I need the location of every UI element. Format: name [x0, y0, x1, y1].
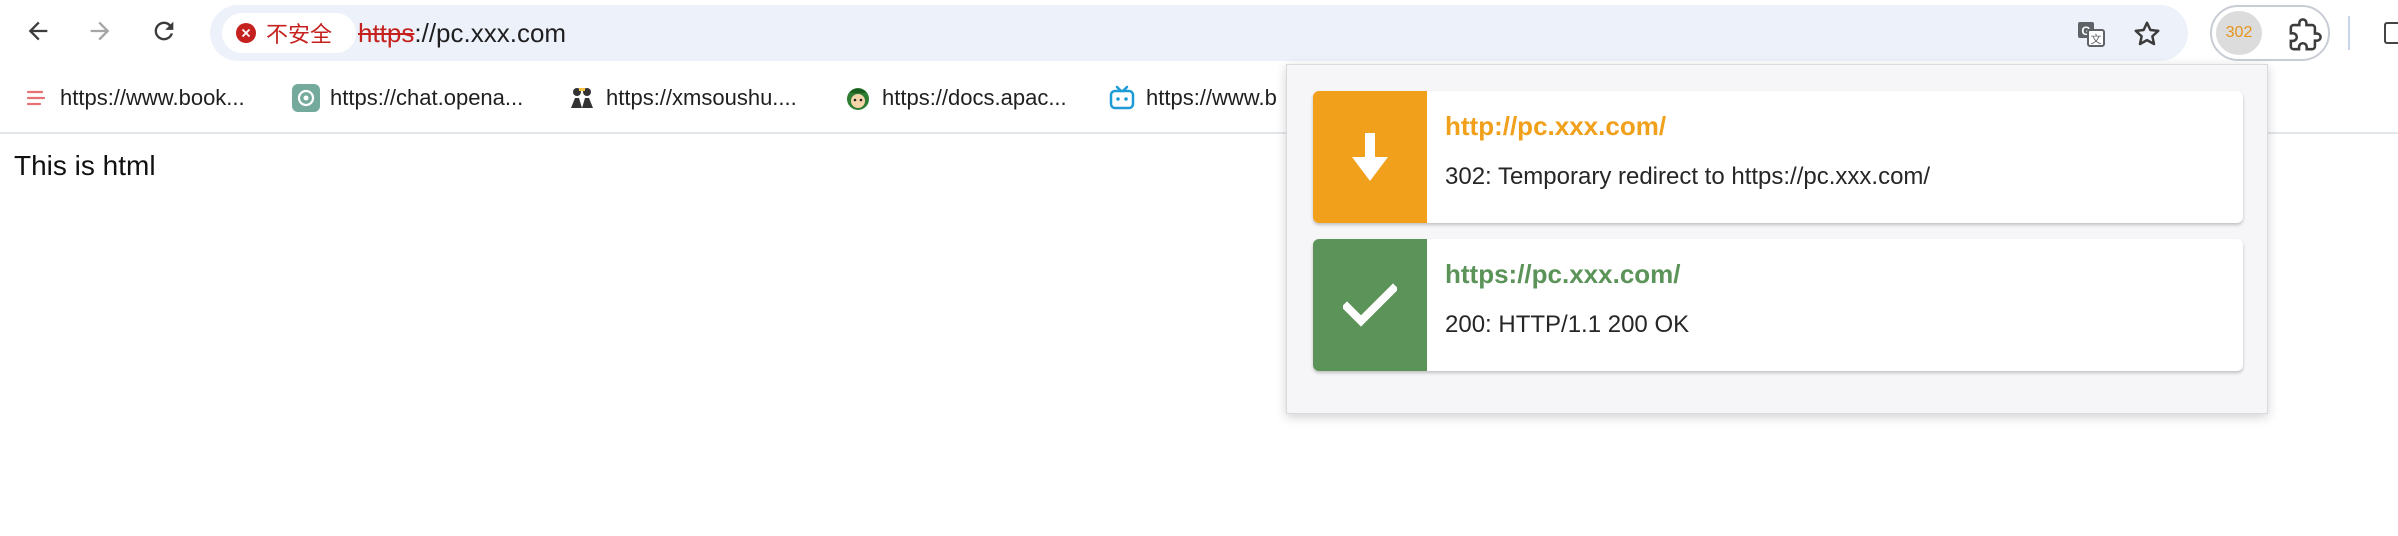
- security-label: 不安全: [266, 23, 333, 48]
- redirect-entry-card[interactable]: https://pc.xxx.com/ 200: HTTP/1.1 200 OK: [1313, 239, 2243, 371]
- bookmark-item[interactable]: https://xmsoushu....: [568, 76, 797, 120]
- bookmark-label: https://docs.apac...: [882, 85, 1067, 110]
- url-scheme: https: [358, 18, 415, 48]
- people-icon: [568, 84, 596, 112]
- redirect-entry-card[interactable]: http://pc.xxx.com/ 302: Temporary redire…: [1313, 91, 2243, 223]
- address-bar[interactable]: 不安全 https://pc.xxx.com G 文: [210, 5, 2188, 61]
- bookmark-item[interactable]: https://chat.opena...: [292, 76, 523, 120]
- bookmark-item[interactable]: https://docs.apac...: [844, 76, 1067, 120]
- bookmark-label: https://www.b: [1146, 85, 1277, 110]
- security-chip[interactable]: 不安全: [222, 13, 356, 53]
- redirect-extension-button[interactable]: 302: [2216, 11, 2262, 55]
- translate-icon[interactable]: G 文: [2076, 19, 2106, 49]
- bookmark-item[interactable]: https://www.book...: [22, 76, 245, 120]
- extensions-puzzle-icon[interactable]: [2288, 18, 2322, 52]
- green-face-icon: [844, 84, 872, 112]
- final-status-text: 200: HTTP/1.1 200 OK: [1445, 311, 1690, 338]
- browser-toolbar: 不安全 https://pc.xxx.com G 文 302: [0, 0, 2398, 64]
- final-url[interactable]: https://pc.xxx.com/: [1445, 259, 1681, 290]
- bilibili-icon: [1108, 84, 1136, 112]
- star-icon[interactable]: [2132, 19, 2162, 49]
- checkmark-icon: [1343, 283, 1397, 327]
- bookmark-label: https://chat.opena...: [330, 85, 524, 110]
- page-body-text: This is html: [14, 150, 156, 181]
- redirect-status-tile: [1313, 91, 1427, 223]
- forward-button[interactable]: [80, 11, 120, 51]
- svg-text:文: 文: [2091, 32, 2102, 46]
- side-panel-icon[interactable]: [2384, 22, 2398, 44]
- redirect-status-text: 302: Temporary redirect to https://pc.xx…: [1445, 163, 1931, 190]
- arrow-left-icon: [28, 21, 48, 41]
- arrow-right-icon: [90, 21, 110, 41]
- bookmark-item[interactable]: https://www.b: [1108, 76, 1277, 120]
- bookmark-label: https://www.book...: [60, 85, 245, 110]
- arrow-down-icon: [1352, 133, 1388, 181]
- reload-button[interactable]: [144, 11, 184, 51]
- back-button[interactable]: [18, 11, 58, 51]
- openai-icon: [292, 84, 320, 112]
- book-icon: [22, 84, 50, 112]
- ok-status-tile: [1313, 239, 1427, 371]
- bookmark-label: https://xmsoushu....: [606, 85, 797, 110]
- redirect-source-url[interactable]: http://pc.xxx.com/: [1445, 111, 1666, 142]
- extension-pill: 302: [2210, 5, 2330, 61]
- url-host: ://pc.xxx.com: [414, 18, 567, 48]
- reload-icon: [154, 21, 174, 41]
- toolbar-divider: [2348, 16, 2350, 50]
- not-secure-icon: [236, 23, 256, 43]
- redirect-path-popup: http://pc.xxx.com/ 302: Temporary redire…: [1286, 64, 2268, 414]
- url-text[interactable]: https://pc.xxx.com: [358, 18, 566, 49]
